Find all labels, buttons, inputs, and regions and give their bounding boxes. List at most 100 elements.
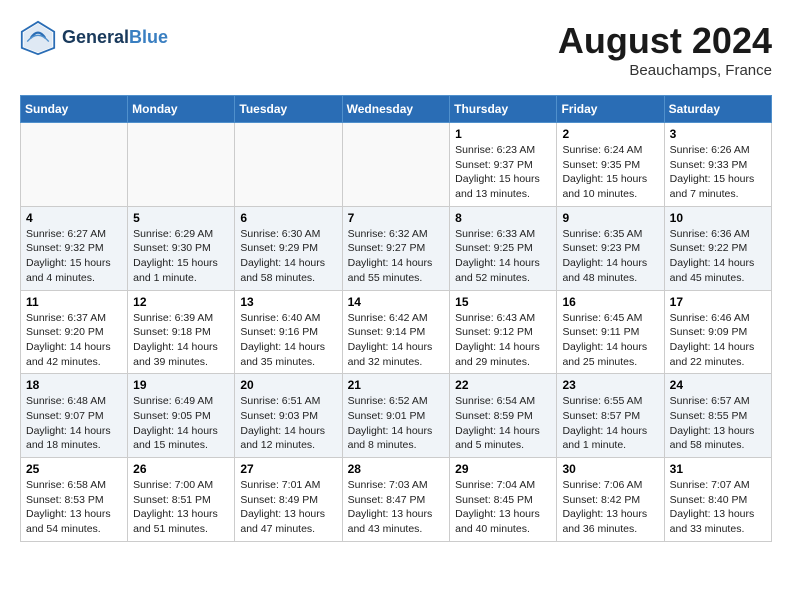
- day-number: 31: [670, 462, 766, 476]
- day-info: Sunrise: 6:54 AM Sunset: 8:59 PM Dayligh…: [455, 394, 551, 453]
- calendar-cell: [235, 123, 342, 207]
- day-info: Sunrise: 6:49 AM Sunset: 9:05 PM Dayligh…: [133, 394, 229, 453]
- calendar-cell: 10 Sunrise: 6:36 AM Sunset: 9:22 PM Dayli…: [664, 206, 771, 290]
- day-info: Sunrise: 6:33 AM Sunset: 9:25 PM Dayligh…: [455, 227, 551, 286]
- calendar-cell: 17 Sunrise: 6:46 AM Sunset: 9:09 PM Dayli…: [664, 290, 771, 374]
- calendar-cell: 15 Sunrise: 6:43 AM Sunset: 9:12 PM Dayli…: [450, 290, 557, 374]
- calendar-header-row: SundayMondayTuesdayWednesdayThursdayFrid…: [21, 96, 772, 123]
- calendar-cell: 11 Sunrise: 6:37 AM Sunset: 9:20 PM Dayli…: [21, 290, 128, 374]
- day-number: 13: [240, 295, 336, 309]
- calendar-cell: 18 Sunrise: 6:48 AM Sunset: 9:07 PM Dayli…: [21, 374, 128, 458]
- day-info: Sunrise: 6:30 AM Sunset: 9:29 PM Dayligh…: [240, 227, 336, 286]
- calendar-cell: 9 Sunrise: 6:35 AM Sunset: 9:23 PM Daylig…: [557, 206, 664, 290]
- day-number: 20: [240, 378, 336, 392]
- day-number: 12: [133, 295, 229, 309]
- day-info: Sunrise: 7:04 AM Sunset: 8:45 PM Dayligh…: [455, 478, 551, 537]
- calendar-cell: [128, 123, 235, 207]
- day-info: Sunrise: 6:29 AM Sunset: 9:30 PM Dayligh…: [133, 227, 229, 286]
- calendar-cell: 4Sunrise: 6:27 AM Sunset: 9:32 PM Daylig…: [21, 206, 128, 290]
- calendar-cell: 27Sunrise: 7:01 AM Sunset: 8:49 PM Dayli…: [235, 458, 342, 542]
- day-number: 22: [455, 378, 551, 392]
- day-number: 16: [562, 295, 658, 309]
- calendar-cell: 24Sunrise: 6:57 AM Sunset: 8:55 PM Dayli…: [664, 374, 771, 458]
- day-info: Sunrise: 7:00 AM Sunset: 8:51 PM Dayligh…: [133, 478, 229, 537]
- day-info: Sunrise: 6:24 AM Sunset: 9:35 PM Dayligh…: [562, 143, 658, 202]
- calendar-cell: 16 Sunrise: 6:45 AM Sunset: 9:11 PM Dayli…: [557, 290, 664, 374]
- day-number: 30: [562, 462, 658, 476]
- calendar-cell: 13 Sunrise: 6:40 AM Sunset: 9:16 PM Dayli…: [235, 290, 342, 374]
- header-monday: Monday: [128, 96, 235, 123]
- day-number: 18: [26, 378, 122, 392]
- day-info: Sunrise: 6:32 AM Sunset: 9:27 PM Dayligh…: [348, 227, 445, 286]
- day-number: 25: [26, 462, 122, 476]
- day-info: Sunrise: 6:36 AM Sunset: 9:22 PM Dayligh…: [670, 227, 766, 286]
- day-info: Sunrise: 6:52 AM Sunset: 9:01 PM Dayligh…: [348, 394, 445, 453]
- logo: GeneralBlue: [20, 20, 168, 56]
- calendar-cell: 2Sunrise: 6:24 AM Sunset: 9:35 PM Daylig…: [557, 123, 664, 207]
- day-info: Sunrise: 6:37 AM Sunset: 9:20 PM Dayligh…: [26, 311, 122, 370]
- day-info: Sunrise: 7:06 AM Sunset: 8:42 PM Dayligh…: [562, 478, 658, 537]
- calendar-cell: 29 Sunrise: 7:04 AM Sunset: 8:45 PM Dayli…: [450, 458, 557, 542]
- day-number: 8: [455, 211, 551, 225]
- day-number: 7: [348, 211, 445, 225]
- calendar-cell: 3 Sunrise: 6:26 AM Sunset: 9:33 PM Daylig…: [664, 123, 771, 207]
- day-number: 17: [670, 295, 766, 309]
- header-thursday: Thursday: [450, 96, 557, 123]
- title-block: August 2024 Beauchamps, France: [558, 20, 772, 79]
- day-info: Sunrise: 6:46 AM Sunset: 9:09 PM Dayligh…: [670, 311, 766, 370]
- calendar-week-1: 1Sunrise: 6:23 AM Sunset: 9:37 PM Daylig…: [21, 123, 772, 207]
- day-number: 1: [455, 127, 551, 141]
- day-info: Sunrise: 6:35 AM Sunset: 9:23 PM Dayligh…: [562, 227, 658, 286]
- day-info: Sunrise: 6:51 AM Sunset: 9:03 PM Dayligh…: [240, 394, 336, 453]
- day-number: 26: [133, 462, 229, 476]
- calendar-week-5: 25Sunrise: 6:58 AM Sunset: 8:53 PM Dayli…: [21, 458, 772, 542]
- logo-text: GeneralBlue: [62, 28, 168, 48]
- day-number: 3: [670, 127, 766, 141]
- calendar-week-3: 11 Sunrise: 6:37 AM Sunset: 9:20 PM Dayli…: [21, 290, 772, 374]
- day-number: 10: [670, 211, 766, 225]
- calendar-cell: 30 Sunrise: 7:06 AM Sunset: 8:42 PM Dayli…: [557, 458, 664, 542]
- page-header: GeneralBlue August 2024 Beauchamps, Fran…: [20, 20, 772, 79]
- day-number: 19: [133, 378, 229, 392]
- calendar-cell: 14Sunrise: 6:42 AM Sunset: 9:14 PM Dayli…: [342, 290, 450, 374]
- day-number: 6: [240, 211, 336, 225]
- calendar-cell: 1Sunrise: 6:23 AM Sunset: 9:37 PM Daylig…: [450, 123, 557, 207]
- day-number: 24: [670, 378, 766, 392]
- calendar-cell: 28Sunrise: 7:03 AM Sunset: 8:47 PM Dayli…: [342, 458, 450, 542]
- header-tuesday: Tuesday: [235, 96, 342, 123]
- calendar-cell: 12 Sunrise: 6:39 AM Sunset: 9:18 PM Dayli…: [128, 290, 235, 374]
- calendar-cell: 26 Sunrise: 7:00 AM Sunset: 8:51 PM Dayli…: [128, 458, 235, 542]
- day-info: Sunrise: 6:40 AM Sunset: 9:16 PM Dayligh…: [240, 311, 336, 370]
- day-info: Sunrise: 6:27 AM Sunset: 9:32 PM Dayligh…: [26, 227, 122, 286]
- day-number: 28: [348, 462, 445, 476]
- day-number: 29: [455, 462, 551, 476]
- header-saturday: Saturday: [664, 96, 771, 123]
- day-info: Sunrise: 7:07 AM Sunset: 8:40 PM Dayligh…: [670, 478, 766, 537]
- calendar-cell: 22 Sunrise: 6:54 AM Sunset: 8:59 PM Dayli…: [450, 374, 557, 458]
- day-info: Sunrise: 6:43 AM Sunset: 9:12 PM Dayligh…: [455, 311, 551, 370]
- day-info: Sunrise: 6:39 AM Sunset: 9:18 PM Dayligh…: [133, 311, 229, 370]
- calendar-cell: 8 Sunrise: 6:33 AM Sunset: 9:25 PM Daylig…: [450, 206, 557, 290]
- calendar-cell: 20 Sunrise: 6:51 AM Sunset: 9:03 PM Dayli…: [235, 374, 342, 458]
- day-info: Sunrise: 6:48 AM Sunset: 9:07 PM Dayligh…: [26, 394, 122, 453]
- day-number: 11: [26, 295, 122, 309]
- day-number: 9: [562, 211, 658, 225]
- day-number: 15: [455, 295, 551, 309]
- location: Beauchamps, France: [558, 62, 772, 79]
- calendar-week-4: 18 Sunrise: 6:48 AM Sunset: 9:07 PM Dayli…: [21, 374, 772, 458]
- month-title: August 2024: [558, 20, 772, 62]
- calendar-cell: 19 Sunrise: 6:49 AM Sunset: 9:05 PM Dayli…: [128, 374, 235, 458]
- calendar-cell: [342, 123, 450, 207]
- calendar-cell: [21, 123, 128, 207]
- day-number: 14: [348, 295, 445, 309]
- day-number: 21: [348, 378, 445, 392]
- calendar-cell: 6 Sunrise: 6:30 AM Sunset: 9:29 PM Daylig…: [235, 206, 342, 290]
- calendar-week-2: 4Sunrise: 6:27 AM Sunset: 9:32 PM Daylig…: [21, 206, 772, 290]
- logo-icon: [20, 20, 56, 56]
- day-info: Sunrise: 6:45 AM Sunset: 9:11 PM Dayligh…: [562, 311, 658, 370]
- day-info: Sunrise: 6:26 AM Sunset: 9:33 PM Dayligh…: [670, 143, 766, 202]
- day-number: 27: [240, 462, 336, 476]
- day-number: 5: [133, 211, 229, 225]
- calendar-cell: 5 Sunrise: 6:29 AM Sunset: 9:30 PM Daylig…: [128, 206, 235, 290]
- day-number: 23: [562, 378, 658, 392]
